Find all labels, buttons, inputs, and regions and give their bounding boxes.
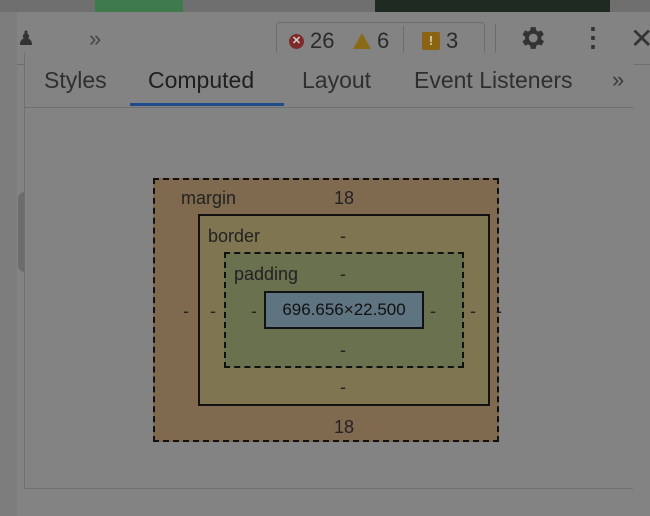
margin-top-value[interactable]: 18 (334, 188, 354, 209)
padding-top-value[interactable]: - (340, 264, 346, 285)
border-top-value[interactable]: - (340, 226, 346, 247)
issue-icon: ! (422, 32, 440, 50)
border-label: border (208, 226, 261, 246)
content-box[interactable]: 696.656×22.500 (264, 291, 424, 329)
inspect-icon[interactable]: ♟ (17, 26, 35, 51)
error-icon: ✕ (289, 33, 304, 49)
more-tabs-button[interactable]: » (612, 67, 624, 93)
sidebar-tabs: Styles Computed Layout Event Listeners » (24, 53, 634, 108)
more-tools-button[interactable]: » (89, 26, 101, 52)
margin-label: margin (181, 188, 237, 208)
margin-bottom-value[interactable]: 18 (334, 417, 354, 438)
page-strip-green (95, 0, 183, 12)
settings-gear-icon[interactable] (517, 22, 547, 54)
tab-layout[interactable]: Layout (302, 67, 371, 94)
close-icon[interactable]: ✕ (630, 22, 650, 55)
padding-label: padding (234, 264, 299, 284)
badge-divider (403, 26, 404, 52)
toolbar-divider (495, 24, 496, 54)
errors-badge[interactable]: ✕ 26 (289, 28, 334, 54)
tab-styles[interactable]: Styles (44, 67, 107, 94)
page-strip (0, 0, 650, 12)
pane-divider (24, 488, 633, 489)
margin-right-value[interactable]: - (496, 301, 502, 322)
issues-badge[interactable]: ! 3 (422, 28, 458, 54)
active-tab-indicator (130, 103, 284, 106)
warnings-badge[interactable]: 6 (353, 28, 389, 54)
tab-event-listeners[interactable]: Event Listeners (414, 67, 573, 94)
margin-left-value[interactable]: - (183, 301, 189, 322)
issues-count: 3 (446, 28, 459, 53)
warning-icon (353, 33, 371, 49)
issues-counter[interactable]: ✕ 26 6 ! 3 (276, 22, 485, 56)
padding-left-value[interactable]: - (251, 301, 257, 322)
padding-right-value[interactable]: - (430, 301, 436, 322)
border-right-value[interactable]: - (470, 301, 476, 322)
warnings-count: 6 (377, 28, 390, 53)
page-strip-dark (375, 0, 610, 12)
customize-menu-icon[interactable]: ⋮ (580, 22, 606, 53)
border-bottom-value[interactable]: - (340, 377, 346, 398)
errors-count: 26 (310, 28, 335, 53)
border-left-value[interactable]: - (210, 301, 216, 322)
padding-bottom-value[interactable]: - (340, 340, 346, 361)
tab-computed[interactable]: Computed (148, 67, 254, 94)
